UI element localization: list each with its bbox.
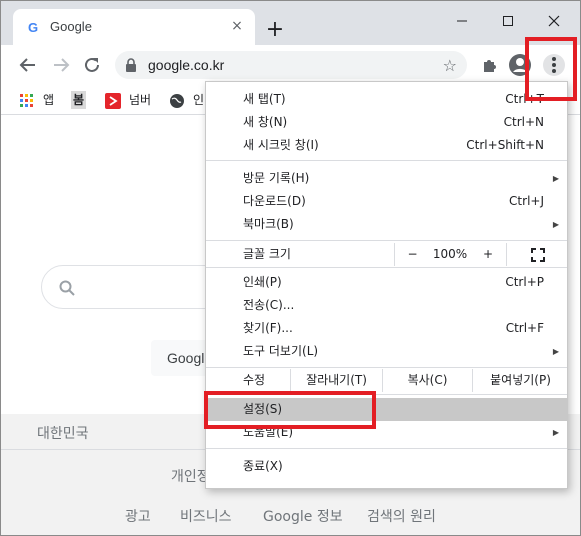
- footer-link-how-search-works[interactable]: 검색의 원리: [367, 506, 436, 526]
- tab-google[interactable]: G Google ×: [13, 9, 255, 45]
- menu-label: 방문 기록(H): [243, 171, 310, 185]
- submenu-arrow-icon: ▶: [552, 174, 559, 183]
- maximize-icon: [503, 16, 513, 26]
- paste-button[interactable]: 붙여넣기(P): [472, 369, 568, 392]
- menu-shortcut: Ctrl+N: [503, 115, 544, 129]
- menu-shortcut: Ctrl+J: [509, 194, 544, 208]
- submenu-arrow-icon: ▶: [552, 347, 559, 356]
- forward-arrow-icon[interactable]: [52, 56, 70, 74]
- bookmark-apps[interactable]: 앱: [19, 91, 54, 109]
- submenu-arrow-icon: ▶: [552, 220, 559, 229]
- address-bar[interactable]: google.co.kr ☆: [115, 51, 467, 79]
- highlight-box-settings: [204, 391, 376, 429]
- bookmark-label: 앱: [43, 93, 55, 107]
- menu-label: 새 창(N): [243, 115, 288, 129]
- maximize-button[interactable]: [485, 7, 531, 35]
- highlight-box-menu-button: [525, 37, 577, 101]
- menu-separator: [206, 267, 567, 268]
- menu-shortcut: Ctrl+Shift+N: [466, 138, 544, 152]
- browser-window: G Google × + google.co.kr ☆ 앱 봄 넘버 인 Goo…: [0, 0, 581, 536]
- bom-favicon: 봄: [71, 91, 87, 109]
- menu-separator: [206, 160, 567, 161]
- zoom-out-button[interactable]: −: [394, 243, 430, 266]
- menu-label: 종료(X): [243, 459, 283, 473]
- menu-item-cast[interactable]: 전송(C)...: [206, 294, 567, 317]
- zoom-label: 글꼴 크기: [243, 247, 291, 261]
- country-label: 대한민국: [37, 426, 89, 442]
- tab-strip: G Google × +: [1, 1, 580, 45]
- bookmark-globe[interactable]: 인: [169, 91, 204, 109]
- menu-label: 전송(C)...: [243, 298, 295, 312]
- menu-label: 북마크(B): [243, 217, 294, 231]
- search-icon: [59, 280, 75, 296]
- menu-shortcut: Ctrl+F: [505, 321, 544, 335]
- menu-item-downloads[interactable]: 다운로드(D) Ctrl+J: [206, 190, 567, 213]
- footer-link-ads[interactable]: 광고: [125, 506, 151, 526]
- footer-link-business[interactable]: 비즈니스: [180, 506, 232, 526]
- bookmark-number[interactable]: 넘버: [105, 91, 151, 109]
- submenu-arrow-icon: ▶: [552, 428, 559, 437]
- menu-label: 새 탭(T): [243, 92, 286, 106]
- bookmark-label: 인: [193, 93, 205, 107]
- zoom-level: 100%: [432, 247, 468, 261]
- fullscreen-icon: [530, 247, 545, 262]
- edit-label: 수정: [243, 373, 266, 387]
- menu-label: 새 시크릿 창(I): [243, 138, 319, 152]
- menu-separator: [206, 367, 567, 368]
- fullscreen-button[interactable]: [506, 243, 568, 266]
- menu-item-more-tools[interactable]: 도구 더보기(L) ▶: [206, 340, 567, 363]
- zoom-in-button[interactable]: +: [470, 243, 506, 266]
- back-arrow-icon[interactable]: [19, 56, 37, 74]
- toolbar: google.co.kr ☆: [1, 45, 580, 85]
- new-tab-button[interactable]: +: [265, 19, 285, 41]
- window-close-button[interactable]: [531, 7, 577, 35]
- menu-separator: [206, 448, 567, 449]
- reload-icon[interactable]: [83, 56, 101, 74]
- apps-grid-icon: [20, 93, 33, 107]
- menu-item-print[interactable]: 인쇄(P) Ctrl+P: [206, 271, 567, 294]
- menu-label: 찾기(F)...: [243, 321, 293, 335]
- extensions-puzzle-icon[interactable]: [480, 55, 500, 75]
- copy-button[interactable]: 복사(C): [382, 369, 472, 392]
- menu-item-incognito[interactable]: 새 시크릿 창(I) Ctrl+Shift+N: [206, 134, 567, 157]
- menu-label: 다운로드(D): [243, 194, 306, 208]
- menu-item-exit[interactable]: 종료(X): [206, 455, 567, 478]
- menu-item-history[interactable]: 방문 기록(H) ▶: [206, 167, 567, 190]
- menu-item-new-window[interactable]: 새 창(N) Ctrl+N: [206, 111, 567, 134]
- menu-item-bookmarks[interactable]: 북마크(B) ▶: [206, 213, 567, 236]
- menu-item-new-tab[interactable]: 새 탭(T) Ctrl+T: [206, 88, 567, 111]
- footer-link-about[interactable]: Google 정보: [263, 506, 343, 526]
- menu-edit-row: 수정 잘라내기(T) 복사(C) 붙여넣기(P): [206, 369, 567, 392]
- globe-icon: [170, 93, 184, 108]
- menu-separator: [206, 240, 567, 241]
- footer-links-bar: 광고 비즈니스 Google 정보 검색의 원리: [1, 498, 580, 535]
- menu-zoom-row: 글꼴 크기 − 100% +: [206, 243, 567, 266]
- number-favicon-icon: [105, 92, 121, 109]
- tab-close-icon[interactable]: ×: [229, 18, 245, 34]
- url-text[interactable]: google.co.kr: [148, 57, 224, 73]
- menu-shortcut: Ctrl+P: [505, 275, 544, 289]
- svg-text:G: G: [28, 20, 38, 34]
- bookmark-star-icon[interactable]: ☆: [443, 56, 457, 75]
- minimize-button[interactable]: [439, 7, 485, 35]
- cut-button[interactable]: 잘라내기(T): [290, 369, 382, 392]
- google-favicon-icon: G: [28, 20, 38, 34]
- close-icon: [548, 15, 560, 27]
- bookmark-bom[interactable]: 봄: [71, 91, 87, 109]
- privacy-link[interactable]: 개인정: [171, 466, 210, 486]
- menu-item-find[interactable]: 찾기(F)... Ctrl+F: [206, 317, 567, 340]
- bookmark-label: 넘버: [129, 93, 152, 107]
- minimize-icon: [457, 20, 467, 22]
- menu-label: 인쇄(P): [243, 275, 282, 289]
- lock-icon[interactable]: [125, 58, 137, 72]
- tab-title: Google: [50, 19, 92, 34]
- menu-label: 도구 더보기(L): [243, 344, 319, 358]
